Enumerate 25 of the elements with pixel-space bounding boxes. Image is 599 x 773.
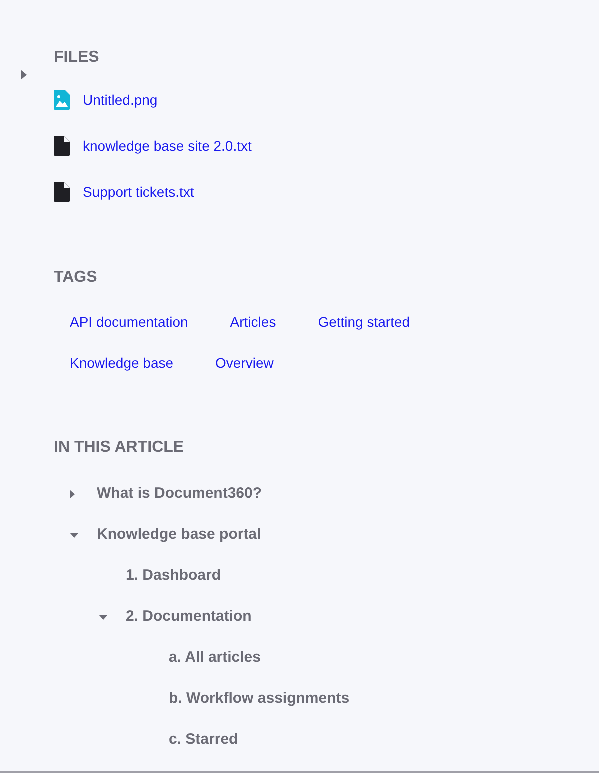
expand-icon[interactable] (21, 70, 27, 80)
caret-right-icon[interactable] (70, 490, 75, 498)
tag-link[interactable]: API documentation (70, 312, 188, 333)
section-heading: TAGS (54, 268, 98, 288)
toc-link[interactable]: a. All articles (169, 646, 261, 670)
file-icon (54, 136, 70, 156)
section-heading: IN THIS ARTICLE (54, 438, 184, 458)
image-file-icon (54, 90, 70, 110)
tag-link[interactable]: Articles (230, 312, 276, 333)
toc-link[interactable]: c. Starred (169, 728, 238, 752)
caret-down-icon[interactable] (99, 614, 108, 620)
tag-link[interactable]: Getting started (318, 312, 410, 333)
tag-link[interactable]: Overview (216, 353, 274, 374)
toc-link[interactable]: 1. Dashboard (126, 564, 222, 588)
toc-link[interactable]: 2. Documentation (126, 606, 252, 628)
toc-link[interactable]: Knowledge base portal (97, 524, 262, 546)
file-link[interactable]: Untitled.png (83, 90, 158, 110)
caret-down-icon[interactable] (70, 532, 79, 538)
toc-link[interactable]: b. Workflow assignments (169, 688, 350, 710)
tag-link[interactable]: Knowledge base (70, 353, 174, 374)
file-link[interactable]: knowledge base site 2.0.txt (83, 136, 252, 156)
file-link[interactable]: Support tickets.txt (83, 182, 194, 202)
file-icon (54, 182, 70, 202)
section-heading: FILES (54, 48, 100, 68)
toc-link[interactable]: What is Document360? (97, 482, 262, 506)
